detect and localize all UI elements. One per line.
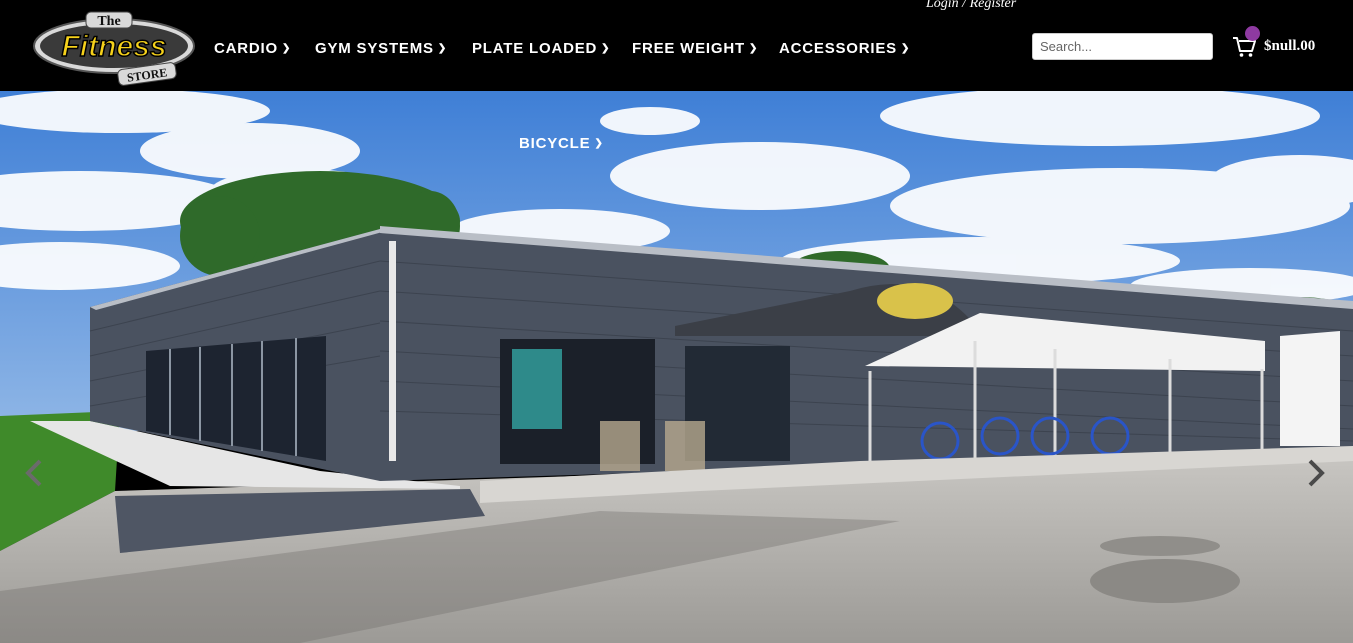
nav-plate-loaded[interactable]: PLATE LOADED ❯ xyxy=(472,40,610,57)
hero-slider xyxy=(0,91,1353,643)
nav-label: CARDIO xyxy=(214,40,278,57)
nav-label: BICYCLE xyxy=(519,135,591,152)
nav-label: PLATE LOADED xyxy=(472,40,598,57)
cart-total[interactable]: $null.00 xyxy=(1264,38,1315,55)
nav-label: FREE WEIGHT xyxy=(632,40,745,57)
nav-accessories[interactable]: ACCESSORIES ❯ xyxy=(779,40,910,57)
chevron-down-icon: ❯ xyxy=(601,43,611,54)
login-register-link[interactable]: Login / Register xyxy=(926,0,1016,12)
fitness-store-logo[interactable]: The Fitness STORE xyxy=(32,10,197,86)
chevron-down-icon: ❯ xyxy=(748,43,759,54)
search-input[interactable] xyxy=(1032,33,1213,60)
storefront-photo xyxy=(0,91,1353,643)
chevron-down-icon: ❯ xyxy=(437,43,448,54)
svg-text:Fitness: Fitness xyxy=(61,30,166,63)
chevron-down-icon: ❯ xyxy=(281,43,292,54)
svg-text:The: The xyxy=(97,14,120,29)
nav-free-weight[interactable]: FREE WEIGHT ❯ xyxy=(632,40,758,57)
nav-cardio[interactable]: CARDIO ❯ xyxy=(214,40,291,57)
chevron-down-icon: ❯ xyxy=(594,138,604,149)
nav-label: ACCESSORIES xyxy=(779,40,897,57)
chevron-right-icon[interactable] xyxy=(1300,453,1330,493)
chevron-left-icon[interactable] xyxy=(20,453,50,493)
chevron-down-icon: ❯ xyxy=(901,43,911,54)
nav-label: GYM SYSTEMS xyxy=(315,40,434,57)
cart-count-badge xyxy=(1245,26,1260,41)
nav-bicycle[interactable]: BICYCLE ❯ xyxy=(519,135,604,152)
nav-gym-systems[interactable]: GYM SYSTEMS ❯ xyxy=(315,40,447,57)
site-header: The Fitness STORE CARDIO ❯ GYM SYSTEMS ❯ P… xyxy=(0,0,1353,91)
